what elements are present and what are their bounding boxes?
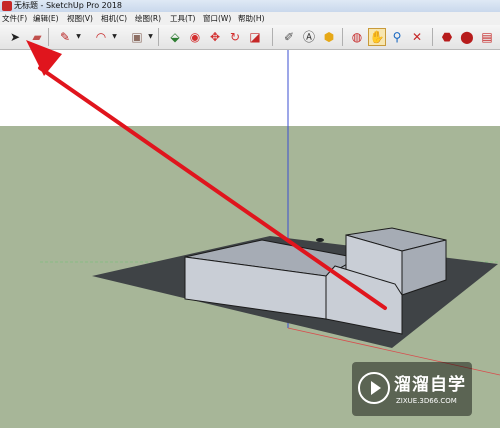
toolbar-separator — [342, 28, 343, 46]
paint-bucket-tool-icon[interactable]: ⬢ — [320, 28, 338, 46]
menu-edit[interactable]: 编辑(E) — [33, 12, 59, 25]
menu-bar: 文件(F) 编辑(E) 视图(V) 相机(C) 绘图(R) 工具(T) 窗口(W… — [0, 12, 500, 25]
menu-tools[interactable]: 工具(T) — [170, 12, 195, 25]
toolbar-separator — [432, 28, 433, 46]
zoom-tool-icon[interactable]: ⚲ — [388, 28, 406, 46]
menu-draw[interactable]: 绘图(R) — [135, 12, 161, 25]
warehouse-tool-icon[interactable]: ⬣ — [438, 28, 456, 46]
move-tool-icon[interactable]: ✥ — [206, 28, 224, 46]
orbit-tool-icon[interactable]: ◍ — [348, 28, 366, 46]
play-logo-icon — [358, 372, 390, 404]
pan-tool-icon[interactable]: ✋ — [368, 28, 386, 46]
menu-file[interactable]: 文件(F) — [2, 12, 27, 25]
menu-view[interactable]: 视图(V) — [67, 12, 93, 25]
pencil-dropdown-icon[interactable]: ▼ — [75, 28, 82, 46]
toolbar-separator — [272, 28, 273, 46]
rectangle-dropdown-icon[interactable]: ▼ — [147, 28, 154, 46]
menu-window[interactable]: 窗口(W) — [203, 12, 231, 25]
watermark-badge: 溜溜自学 ZIXUE.3D66.COM — [352, 362, 472, 416]
main-toolbar: ▼ ▼ ▼ ➤ ▰ ✎ ◠ ▣ ⬙ ◉ ✥ ↻ ◪ ✐ Ⓐ ⬢ ◍ ✋ ⚲ ✕ ⬣ ⬤ ▤ — [0, 25, 500, 50]
title-bar: 无标题 - SketchUp Pro 2018 — [0, 0, 500, 12]
scale-tool-icon[interactable]: ◪ — [246, 28, 264, 46]
pencil-tool-icon[interactable]: ✎ — [56, 28, 74, 46]
follow-me-tool-icon[interactable]: ◉ — [186, 28, 204, 46]
sketchup-window: 无标题 - SketchUp Pro 2018 文件(F) 编辑(E) 视图(V… — [0, 0, 500, 428]
tape-measure-tool-icon[interactable]: ✐ — [280, 28, 298, 46]
menu-camera[interactable]: 相机(C) — [101, 12, 127, 25]
layout-tool-icon[interactable]: ▤ — [478, 28, 496, 46]
extension-tool-icon[interactable]: ⬤ — [458, 28, 476, 46]
rectangle-tool-icon[interactable]: ▣ — [128, 28, 146, 46]
arc-dropdown-icon[interactable]: ▼ — [111, 28, 118, 46]
window-title: 无标题 - SketchUp Pro 2018 — [14, 1, 122, 10]
text-tool-icon[interactable]: Ⓐ — [300, 28, 318, 46]
arc-tool-icon[interactable]: ◠ — [92, 28, 110, 46]
watermark-url: ZIXUE.3D66.COM — [396, 397, 457, 405]
zoom-extents-tool-icon[interactable]: ✕ — [408, 28, 426, 46]
user-figure — [316, 238, 324, 242]
toolbar-separator — [48, 28, 49, 46]
toolbar-separator — [158, 28, 159, 46]
push-pull-tool-icon[interactable]: ⬙ — [166, 28, 184, 46]
select-tool-icon[interactable]: ➤ — [6, 28, 24, 46]
sketchup-app-icon — [2, 1, 12, 11]
watermark-brand: 溜溜自学 — [394, 375, 466, 395]
menu-help[interactable]: 帮助(H) — [238, 12, 265, 25]
rotate-tool-icon[interactable]: ↻ — [226, 28, 244, 46]
sky-background — [0, 50, 500, 126]
eraser-tool-icon[interactable]: ▰ — [28, 28, 46, 46]
